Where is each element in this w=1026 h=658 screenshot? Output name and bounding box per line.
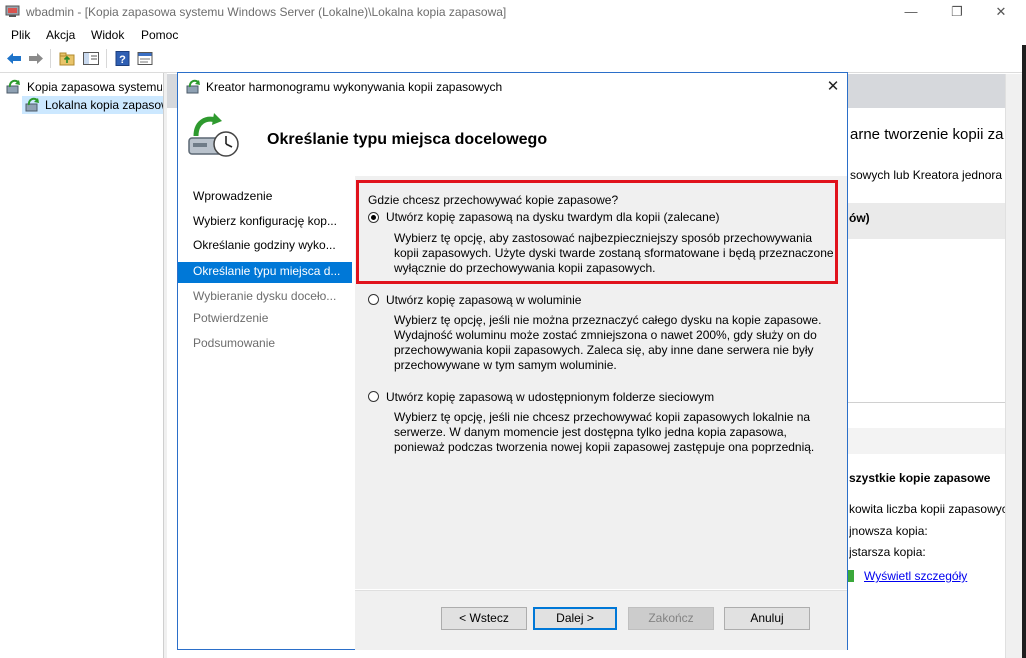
- close-window-button[interactable]: ✕: [978, 0, 1024, 24]
- toolbar-separator: [50, 49, 51, 68]
- step-backup-time[interactable]: Określanie godziny wyko...: [193, 238, 336, 252]
- cancel-button[interactable]: Anuluj: [724, 607, 810, 630]
- tree-item-local-backup[interactable]: Lokalna kopia zapasowa: [45, 98, 163, 112]
- bg-section-title: szystkie kopie zapasowe: [849, 471, 991, 485]
- local-backup-icon: [25, 97, 39, 112]
- step-select-disk: Wybieranie dysku doceło...: [193, 289, 337, 303]
- annotation-highlight-box: [356, 180, 838, 284]
- close-icon[interactable]: ✕: [822, 76, 844, 98]
- back-arrow-icon[interactable]: [5, 50, 23, 67]
- bg-column-fragment: ów): [849, 211, 870, 225]
- step-destination-type[interactable]: Określanie typu miejsca d...: [193, 264, 340, 278]
- maximize-button[interactable]: ❐: [934, 0, 980, 24]
- wizard-title-icon: [186, 79, 200, 94]
- view-details-link[interactable]: Wyświetl szczegóły: [864, 569, 967, 583]
- menu-widok[interactable]: Widok: [91, 28, 124, 42]
- properties-icon[interactable]: [136, 50, 154, 67]
- app-icon: [5, 5, 20, 17]
- bg-total-label: kowita liczba kopii zapasowyc: [849, 502, 1005, 516]
- main-scrollbar[interactable]: [1005, 74, 1023, 658]
- backup-schedule-icon: [188, 113, 239, 157]
- option-volume-label[interactable]: Utwórz kopię zapasową w woluminie: [386, 293, 581, 307]
- bg-newest-label: jnowsza kopia:: [849, 524, 928, 538]
- tree-item-root[interactable]: Kopia zapasowa systemu Windows Server (L…: [27, 80, 162, 94]
- toolbar-separator: [106, 49, 107, 68]
- step-confirmation: Potwierdzenie: [193, 311, 269, 325]
- menu-plik[interactable]: Plik: [11, 28, 30, 42]
- bg-heading-fragment: arne tworzenie kopii za: [850, 126, 1004, 143]
- radio-volume[interactable]: [368, 294, 379, 305]
- option-network-folder-desc: Wybierz tę opcję, jeśli nie chcesz przec…: [394, 410, 815, 454]
- window-edge: [1022, 45, 1026, 658]
- help-icon[interactable]: ?: [114, 50, 132, 67]
- finish-button: Zakończ: [628, 607, 714, 630]
- bg-section-bar: [848, 428, 1005, 454]
- bg-divider: [848, 402, 1005, 403]
- menu-pomoc[interactable]: Pomoc: [141, 28, 178, 42]
- back-button[interactable]: < Wstecz: [441, 607, 527, 630]
- backup-tree-icon: [6, 79, 20, 94]
- step-summary: Podsumowanie: [193, 336, 276, 350]
- step-backup-config[interactable]: Wybierz konfigurację kop...: [193, 214, 337, 228]
- step-introduction[interactable]: Wprowadzenie: [193, 189, 272, 203]
- minimize-button[interactable]: —: [888, 0, 934, 24]
- next-button[interactable]: Dalej >: [533, 607, 617, 630]
- up-folder-icon[interactable]: [58, 50, 76, 67]
- forward-arrow-icon[interactable]: [27, 50, 45, 67]
- menu-akcja[interactable]: Akcja: [46, 28, 75, 42]
- bg-description-fragment: sowych lub Kreatora jednora: [850, 168, 1003, 182]
- show-hide-tree-icon[interactable]: [82, 50, 100, 67]
- wizard-page-heading: Określanie typu miejsca docelowego: [267, 131, 548, 148]
- option-volume-desc: Wybierz tę opcję, jeśli nie można przezn…: [394, 313, 822, 372]
- svg-text:?: ?: [119, 54, 126, 66]
- window-title: wbadmin - [Kopia zapasowa systemu Window…: [26, 5, 507, 19]
- bg-oldest-label: jstarsza kopia:: [849, 545, 926, 559]
- console-tree: [0, 73, 164, 658]
- option-network-folder-label[interactable]: Utwórz kopię zapasową w udostępnionym fo…: [386, 390, 714, 404]
- wizard-title: Kreator harmonogramu wykonywania kopii z…: [206, 80, 503, 94]
- radio-network-folder[interactable]: [368, 391, 379, 402]
